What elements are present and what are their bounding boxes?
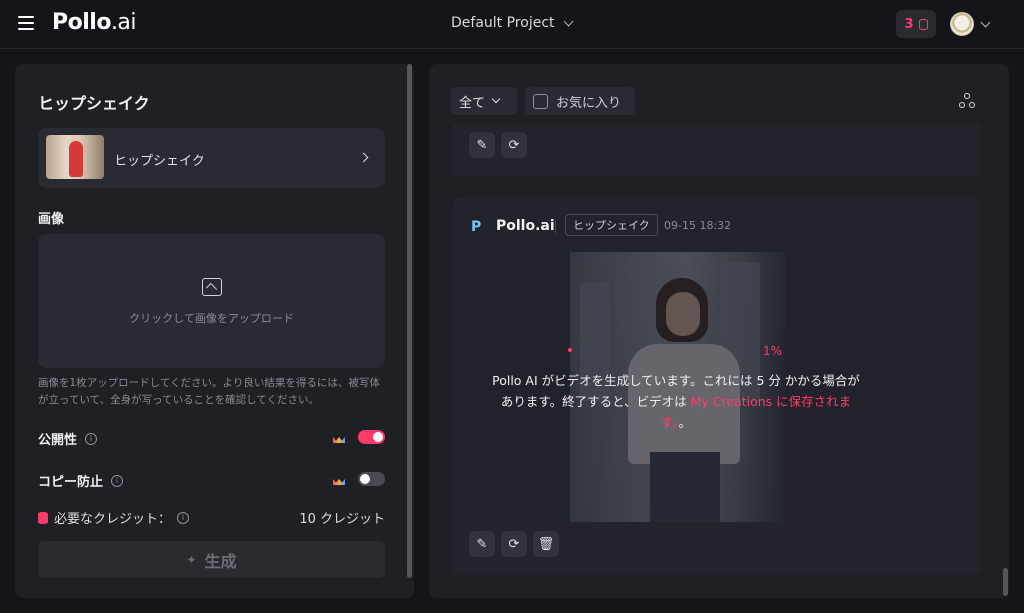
filter-value: 全て (459, 95, 486, 111)
panel-title: ヒップシェイク (38, 94, 150, 113)
generation-message: Pollo AI がビデオを生成しています。これには 5 分 かかる場合がありま… (490, 370, 862, 433)
favorites-filter[interactable]: お気に入り (525, 87, 635, 115)
template-name: ヒップシェイク (114, 154, 205, 169)
copy-protect-toggle[interactable] (358, 472, 385, 486)
template-selector[interactable]: ヒップシェイク (38, 128, 385, 188)
info-icon[interactable]: i (177, 511, 190, 524)
settings-panel: ヒップシェイク ヒップシェイク 画像 クリックして画像をアップロード 画像を1枚… (15, 64, 414, 598)
required-credits-value: 10 クレジット (299, 512, 385, 527)
brand-name: Pollo.ai (496, 218, 555, 234)
image-upload-icon (202, 278, 222, 296)
timestamp: 09-15 18:32 (664, 219, 732, 232)
image-upload-area[interactable]: クリックして画像をアップロード (38, 234, 385, 368)
upload-text: クリックして画像をアップロード (129, 312, 294, 325)
logo-suffix: .ai (110, 10, 137, 35)
coin-icon (918, 18, 928, 30)
edit-icon[interactable]: ✎ (469, 132, 495, 158)
account-menu[interactable] (950, 12, 991, 36)
filter-select[interactable]: 全て (451, 87, 517, 115)
pollo-logo-icon: P (471, 219, 482, 235)
regenerate-icon[interactable]: ⟳ (501, 132, 527, 158)
public-label: 公開性 (38, 433, 78, 448)
sparkle-icon: ✦ (186, 552, 197, 567)
app-logo[interactable]: Pollo.ai (52, 10, 137, 35)
credits-badge[interactable]: 3 (896, 10, 936, 38)
chevron-down-icon (491, 94, 501, 104)
share-icon[interactable] (959, 93, 975, 109)
hamburger-menu-icon[interactable] (18, 16, 34, 30)
credits-label-text: 必要なクレジット： (54, 512, 172, 527)
top-bar: Pollo.ai Default Project 3 (0, 0, 1024, 49)
upload-hint: 画像を1枚アップロードしてください。より良い結果を得るには、被写体が立っていて、… (38, 377, 380, 406)
generate-label: 生成 (204, 551, 237, 571)
delete-icon[interactable]: 🗑 (533, 531, 559, 557)
template-thumbnail (46, 135, 104, 179)
task-tag: ヒップシェイク (565, 214, 658, 236)
previous-creation-card: ✎ ⟳ (453, 124, 981, 176)
favorites-label: お気に入り (556, 95, 622, 111)
coin-icon (38, 511, 48, 524)
video-preview[interactable]: 1% Pollo AI がビデオを生成しています。これには 5 分 かかる場合が… (470, 252, 882, 522)
copy-protect-setting-label: コピー防止 i (38, 471, 124, 490)
info-icon[interactable]: i (111, 474, 124, 487)
chevron-right-icon (358, 152, 369, 163)
premium-crown-icon (333, 433, 345, 443)
regenerate-icon[interactable]: ⟳ (501, 531, 527, 557)
right-panel-scrollbar[interactable] (1003, 568, 1008, 596)
avatar[interactable] (950, 12, 974, 36)
progress-indicator (568, 348, 572, 352)
chevron-down-icon (563, 16, 573, 26)
message-part2: 。 (678, 415, 692, 430)
info-icon[interactable]: i (85, 432, 98, 445)
premium-crown-icon (333, 475, 345, 485)
logo-main: Pollo (52, 10, 111, 35)
public-toggle[interactable] (358, 430, 385, 444)
image-section-label: 画像 (38, 212, 65, 227)
creation-card: P Pollo.ai ヒップシェイク 09-15 18:32 1% Pollo … (453, 198, 981, 574)
project-selector[interactable]: Default Project (451, 15, 573, 31)
divider (555, 220, 556, 233)
required-credits-label: 必要なクレジット： i (38, 508, 190, 527)
edit-icon[interactable]: ✎ (469, 531, 495, 557)
generate-button[interactable]: ✦ 生成 (38, 541, 385, 578)
creations-panel: 全て お気に入り ✎ ⟳ P Pollo.ai ヒップシェイク 09-15 18… (429, 64, 1009, 598)
public-setting-label: 公開性 i (38, 429, 98, 448)
progress-percent: 1% (763, 344, 783, 358)
favorites-checkbox[interactable] (533, 93, 548, 109)
chevron-down-icon (980, 17, 991, 27)
left-panel-scrollbar[interactable] (407, 64, 412, 578)
credits-count: 3 (904, 16, 914, 32)
copy-protect-label: コピー防止 (38, 475, 104, 490)
project-name: Default Project (451, 15, 555, 31)
